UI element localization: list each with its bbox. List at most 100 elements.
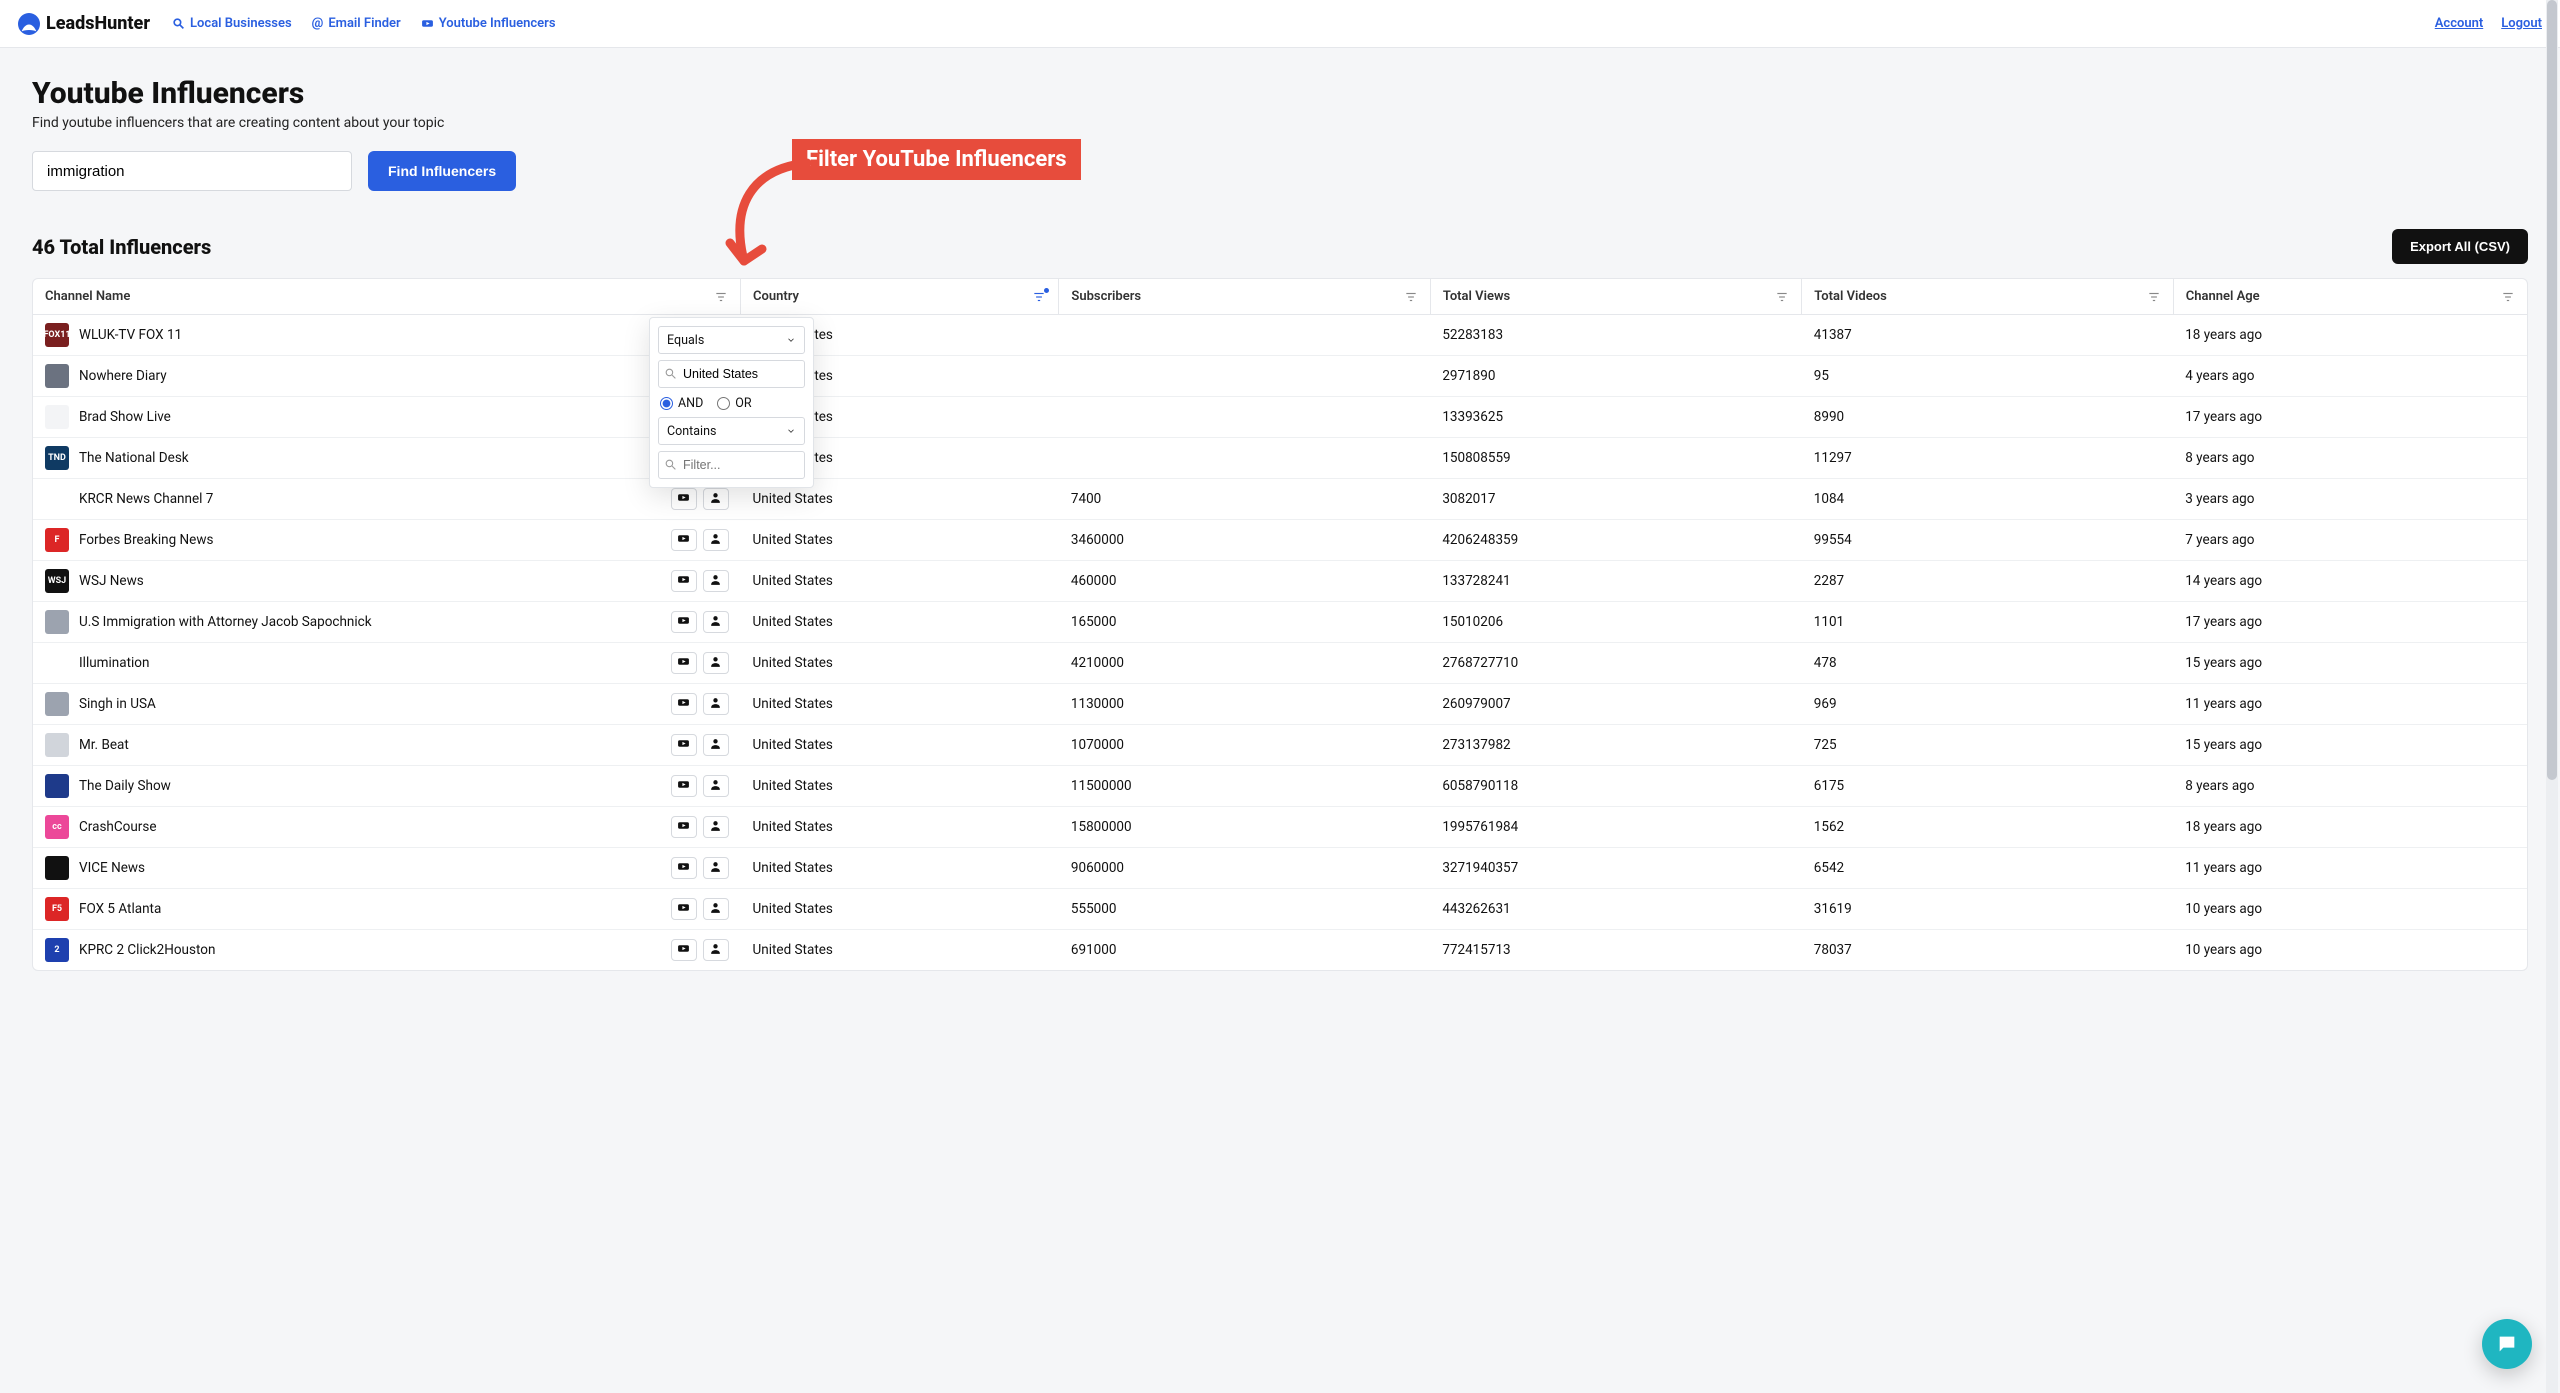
view-profile-button[interactable] xyxy=(703,734,729,756)
filter-icon-country[interactable] xyxy=(1032,290,1046,304)
scrollbar[interactable] xyxy=(2546,0,2558,1393)
and-radio-input[interactable] xyxy=(660,397,673,410)
filter-icon-subs[interactable] xyxy=(1404,290,1418,304)
channel-avatar: cc xyxy=(45,815,69,839)
channel-name: The Daily Show xyxy=(79,778,171,794)
view-profile-button[interactable] xyxy=(703,652,729,674)
nav-email-label: Email Finder xyxy=(328,16,400,31)
page-subtitle: Find youtube influencers that are creati… xyxy=(32,115,2528,131)
view-profile-button[interactable] xyxy=(703,857,729,879)
open-youtube-button[interactable] xyxy=(671,611,697,633)
cell-age: 3 years ago xyxy=(2173,479,2527,520)
youtube-icon xyxy=(677,860,690,877)
cell-age: 15 years ago xyxy=(2173,725,2527,766)
view-profile-button[interactable] xyxy=(703,488,729,510)
col-total-videos[interactable]: Total Videos xyxy=(1814,289,1887,304)
search-icon xyxy=(664,367,677,380)
cell-subscribers: 3460000 xyxy=(1059,520,1430,561)
open-youtube-button[interactable] xyxy=(671,857,697,879)
view-profile-button[interactable] xyxy=(703,693,729,715)
channel-name: Mr. Beat xyxy=(79,737,129,753)
view-profile-button[interactable] xyxy=(703,816,729,838)
channel-name: Brad Show Live xyxy=(79,409,171,425)
nav-email-finder[interactable]: @ Email Finder xyxy=(312,16,401,31)
view-profile-button[interactable] xyxy=(703,529,729,551)
filter-operator-2[interactable]: Contains xyxy=(658,417,805,445)
filter-icon-views[interactable] xyxy=(1775,290,1789,304)
channel-avatar: WSJ xyxy=(45,569,69,593)
person-icon xyxy=(709,901,722,918)
logo[interactable]: LeadsHunter xyxy=(18,13,150,35)
view-profile-button[interactable] xyxy=(703,611,729,633)
topic-input[interactable] xyxy=(32,151,352,191)
cell-age: 18 years ago xyxy=(2173,315,2527,356)
chat-fab[interactable] xyxy=(2482,1319,2532,1369)
youtube-icon xyxy=(677,614,690,631)
logout-link[interactable]: Logout xyxy=(2501,16,2542,31)
table-row: 2KPRC 2 Click2HoustonUnited States691000… xyxy=(33,930,2527,971)
open-youtube-button[interactable] xyxy=(671,570,697,592)
cell-views: 3082017 xyxy=(1430,479,1801,520)
page-title: Youtube Influencers xyxy=(32,76,2528,111)
cell-videos: 78037 xyxy=(1802,930,2173,971)
open-youtube-button[interactable] xyxy=(671,488,697,510)
channel-name: Singh in USA xyxy=(79,696,156,712)
cell-videos: 6175 xyxy=(1802,766,2173,807)
cell-views: 13393625 xyxy=(1430,397,1801,438)
topbar-right: Account Logout xyxy=(2435,16,2542,31)
table-row: ccCrashCourseUnited States15800000199576… xyxy=(33,807,2527,848)
filter-icon-name[interactable] xyxy=(714,290,728,304)
open-youtube-button[interactable] xyxy=(671,775,697,797)
find-influencers-button[interactable]: Find Influencers xyxy=(368,151,516,191)
filter-icon-videos[interactable] xyxy=(2147,290,2161,304)
open-youtube-button[interactable] xyxy=(671,939,697,961)
col-channel-name[interactable]: Channel Name xyxy=(45,289,130,304)
channel-avatar xyxy=(45,774,69,798)
cell-subscribers: 691000 xyxy=(1059,930,1430,971)
search-icon xyxy=(172,17,185,30)
person-icon xyxy=(709,778,722,795)
cell-country: United States xyxy=(741,766,1059,807)
account-link[interactable]: Account xyxy=(2435,16,2483,31)
view-profile-button[interactable] xyxy=(703,898,729,920)
youtube-icon xyxy=(677,942,690,959)
view-profile-button[interactable] xyxy=(703,775,729,797)
or-radio-input[interactable] xyxy=(717,397,730,410)
view-profile-button[interactable] xyxy=(703,939,729,961)
filter-operator-1[interactable]: Equals xyxy=(658,326,805,354)
filter-value-2-input[interactable] xyxy=(658,451,805,479)
cell-subscribers: 460000 xyxy=(1059,561,1430,602)
filter-value-1-input[interactable] xyxy=(658,360,805,388)
scrollbar-thumb[interactable] xyxy=(2547,0,2557,780)
channel-avatar xyxy=(45,651,69,675)
filter-and-radio[interactable]: AND xyxy=(660,396,703,411)
brand-text: LeadsHunter xyxy=(46,13,150,34)
open-youtube-button[interactable] xyxy=(671,693,697,715)
open-youtube-button[interactable] xyxy=(671,529,697,551)
open-youtube-button[interactable] xyxy=(671,816,697,838)
open-youtube-button[interactable] xyxy=(671,652,697,674)
channel-name: CrashCourse xyxy=(79,819,156,835)
cell-views: 4206248359 xyxy=(1430,520,1801,561)
filter-op2-label: Contains xyxy=(667,424,716,439)
filter-icon-age[interactable] xyxy=(2501,290,2515,304)
open-youtube-button[interactable] xyxy=(671,734,697,756)
cell-age: 10 years ago xyxy=(2173,889,2527,930)
col-channel-age[interactable]: Channel Age xyxy=(2186,289,2260,304)
col-subscribers[interactable]: Subscribers xyxy=(1071,289,1141,304)
nav-youtube-influencers[interactable]: Youtube Influencers xyxy=(421,16,556,31)
channel-avatar xyxy=(45,733,69,757)
nav-local-businesses[interactable]: Local Businesses xyxy=(172,16,292,31)
col-country[interactable]: Country xyxy=(753,289,799,304)
youtube-icon xyxy=(677,655,690,672)
filter-or-radio[interactable]: OR xyxy=(717,396,751,411)
view-profile-button[interactable] xyxy=(703,570,729,592)
table-row: WSJWSJ NewsUnited States4600001337282412… xyxy=(33,561,2527,602)
channel-name: The National Desk xyxy=(79,450,189,466)
cell-views: 772415713 xyxy=(1430,930,1801,971)
col-total-views[interactable]: Total Views xyxy=(1443,289,1510,304)
filter-boolean-row: AND OR xyxy=(658,394,805,417)
export-csv-button[interactable]: Export All (CSV) xyxy=(2392,229,2528,264)
open-youtube-button[interactable] xyxy=(671,898,697,920)
channel-name: WSJ News xyxy=(79,573,144,589)
